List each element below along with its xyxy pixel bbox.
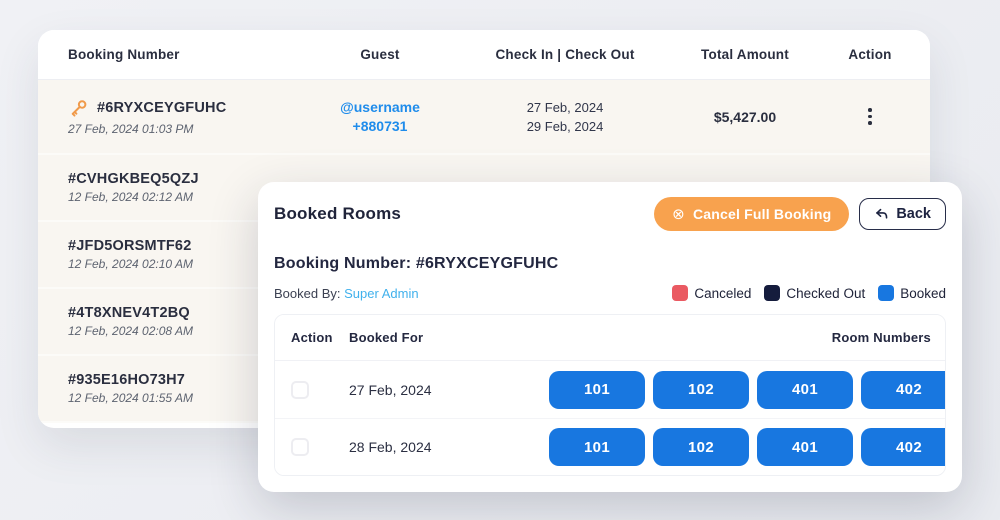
guest-cell: @username +880731: [310, 98, 450, 136]
cancel-full-booking-label: Cancel Full Booking: [693, 206, 831, 222]
legend-label: Booked: [900, 286, 946, 301]
booking-number-cell: #6RYXCEYGFUHC 27 Feb, 2024 01:03 PM: [38, 98, 310, 136]
room-number-button[interactable]: 401: [757, 428, 853, 466]
legend-item-canceled: Canceled: [672, 285, 751, 301]
cancel-circle-x-icon: ⊗: [672, 207, 685, 222]
booking-number: #935E16HO73H7: [68, 372, 185, 388]
column-header-total-amount: Total Amount: [680, 47, 810, 62]
booking-number: #6RYXCEYGFUHC: [97, 100, 226, 116]
total-amount: $5,427.00: [680, 109, 810, 125]
back-label: Back: [896, 206, 931, 222]
legend-label: Canceled: [694, 286, 751, 301]
checked-out-swatch-icon: [764, 285, 780, 301]
column-header-guest: Guest: [310, 47, 450, 62]
column-header-checkin-checkout: Check In | Check Out: [450, 47, 680, 62]
booking-table-header: Booking Number Guest Check In | Check Ou…: [38, 30, 930, 80]
booked-rooms-modal: Booked Rooms ⊗ Cancel Full Booking Back …: [258, 182, 962, 492]
booked-for-date: 27 Feb, 2024: [349, 382, 549, 398]
canceled-swatch-icon: [672, 285, 688, 301]
legend-label: Checked Out: [786, 286, 865, 301]
checkin-checkout-cell: 27 Feb, 2024 29 Feb, 2024: [450, 98, 680, 136]
legend-item-booked: Booked: [878, 285, 946, 301]
rooms-table-header: Action Booked For Room Numbers: [275, 315, 945, 361]
booking-number: #CVHGKBEQ5QZJ: [68, 171, 199, 187]
modal-title: Booked Rooms: [274, 204, 401, 224]
guest-username-link[interactable]: @username: [310, 98, 450, 117]
back-arrow-icon: [874, 207, 889, 222]
booked-swatch-icon: [878, 285, 894, 301]
booking-number: #JFD5ORSMTF62: [68, 238, 191, 254]
key-icon: [68, 98, 89, 119]
column-header-room-numbers: Room Numbers: [549, 330, 945, 345]
check-in-date: 27 Feb, 2024: [450, 98, 680, 117]
booked-by-value-link[interactable]: Super Admin: [344, 286, 418, 301]
status-legend: Canceled Checked Out Booked: [672, 285, 946, 301]
row-checkbox[interactable]: [291, 438, 309, 456]
check-out-date: 29 Feb, 2024: [450, 117, 680, 136]
guest-phone-link[interactable]: +880731: [310, 117, 450, 136]
booked-rooms-table: Action Booked For Room Numbers 27 Feb, 2…: [274, 314, 946, 476]
room-number-button[interactable]: 401: [757, 371, 853, 409]
room-number-button[interactable]: 102: [653, 428, 749, 466]
booked-by-label: Booked By:: [274, 286, 341, 301]
room-number-button[interactable]: 101: [549, 428, 645, 466]
table-row[interactable]: #6RYXCEYGFUHC 27 Feb, 2024 01:03 PM @use…: [38, 80, 930, 155]
booked-for-date: 28 Feb, 2024: [349, 439, 549, 455]
booking-datetime: 27 Feb, 2024 01:03 PM: [68, 122, 310, 136]
row-checkbox[interactable]: [291, 381, 309, 399]
booked-by: Booked By: Super Admin: [274, 286, 419, 301]
back-button[interactable]: Back: [859, 198, 946, 230]
rooms-table-row: 27 Feb, 2024 101 102 401 402: [275, 361, 945, 418]
rooms-table-row: 28 Feb, 2024 101 102 401 402: [275, 418, 945, 475]
room-number-button[interactable]: 102: [653, 371, 749, 409]
column-header-booked-for: Booked For: [349, 330, 549, 345]
booking-number: #4T8XNEV4T2BQ: [68, 305, 190, 321]
legend-item-checked-out: Checked Out: [764, 285, 865, 301]
room-number-button[interactable]: 101: [549, 371, 645, 409]
row-actions-kebab-icon[interactable]: [864, 104, 876, 129]
column-header-action: Action: [275, 330, 349, 345]
room-number-button[interactable]: 402: [861, 428, 946, 466]
column-header-booking-number: Booking Number: [38, 47, 310, 62]
column-header-action: Action: [810, 47, 930, 62]
room-number-button[interactable]: 402: [861, 371, 946, 409]
modal-booking-number: Booking Number: #6RYXCEYGFUHC: [274, 255, 946, 273]
cancel-full-booking-button[interactable]: ⊗ Cancel Full Booking: [654, 197, 849, 231]
